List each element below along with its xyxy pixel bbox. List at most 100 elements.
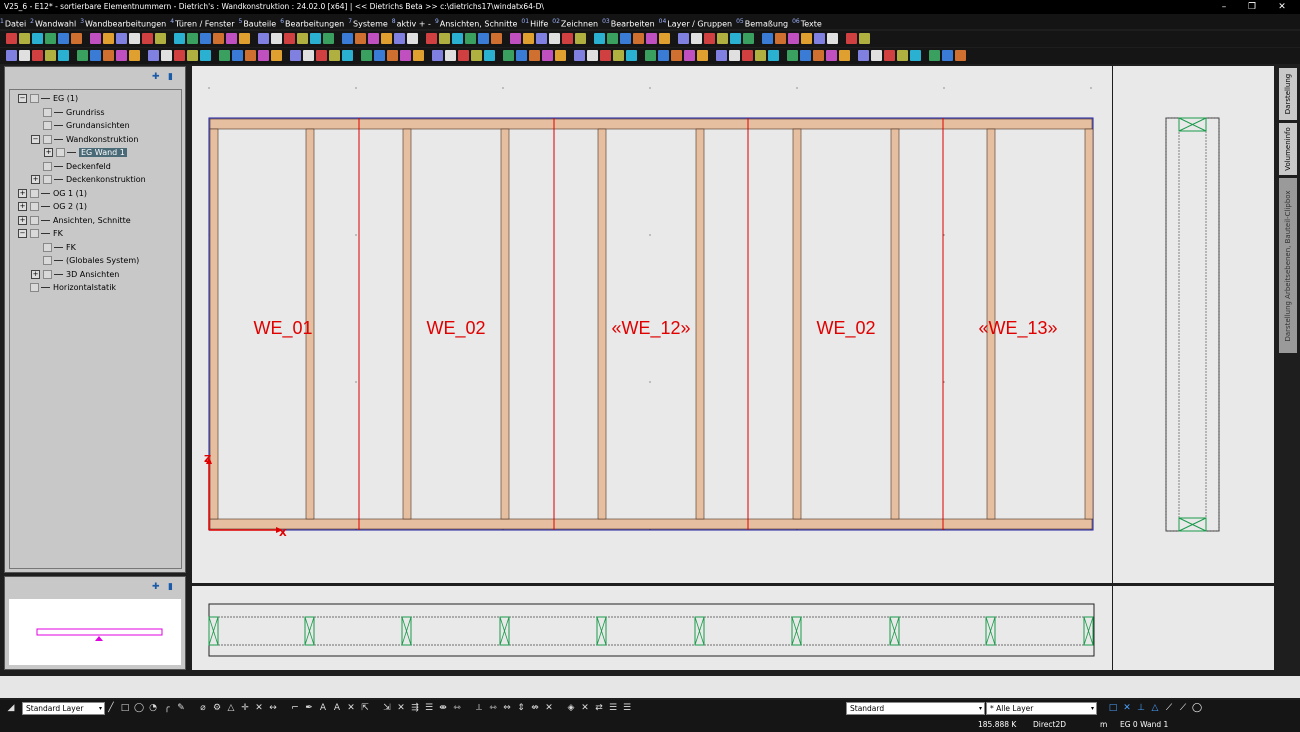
- tree-node[interactable]: (Globales System): [31, 254, 139, 267]
- tool-icon[interactable]: [755, 50, 766, 61]
- tool-icon[interactable]: [19, 33, 30, 44]
- menu-item-14[interactable]: 06Texte: [792, 14, 822, 32]
- pin-icon[interactable]: ✚: [152, 583, 160, 592]
- tool-icon[interactable]: [575, 33, 586, 44]
- tool-icon[interactable]: [858, 50, 869, 61]
- tool-icon[interactable]: [549, 33, 560, 44]
- tool-icon[interactable]: [691, 33, 702, 44]
- tool-icon[interactable]: [284, 33, 295, 44]
- tool-icon[interactable]: [678, 33, 689, 44]
- tool-icon[interactable]: [323, 33, 334, 44]
- drawing-tool-icon[interactable]: △: [226, 703, 236, 713]
- tool-icon[interactable]: [342, 33, 353, 44]
- visibility-checkbox[interactable]: [30, 94, 39, 103]
- tool-icon[interactable]: [174, 33, 185, 44]
- tool-icon[interactable]: [762, 33, 773, 44]
- visibility-checkbox[interactable]: [30, 188, 39, 198]
- drawing-tool-icon[interactable]: ↔: [268, 703, 278, 713]
- tool-icon[interactable]: [523, 33, 534, 44]
- menu-item-4[interactable]: 5Bauteile: [238, 14, 276, 32]
- expand-icon[interactable]: +: [18, 215, 27, 225]
- tool-icon[interactable]: [542, 50, 553, 61]
- menu-item-13[interactable]: 05Bemaßung: [736, 14, 788, 32]
- tool-icon[interactable]: [32, 50, 43, 61]
- tool-icon[interactable]: [226, 33, 237, 44]
- tool-icon[interactable]: [187, 33, 198, 44]
- tool-icon[interactable]: [271, 50, 282, 61]
- tool-icon[interactable]: [910, 50, 921, 61]
- tool-icon[interactable]: [452, 33, 463, 44]
- snap-mode-icon[interactable]: ⊥: [1136, 703, 1146, 713]
- tree-node[interactable]: + OG 1 (1): [18, 187, 87, 200]
- close-button[interactable]: ✕: [1268, 0, 1296, 14]
- tool-icon[interactable]: [491, 33, 502, 44]
- tool-icon[interactable]: [329, 50, 340, 61]
- pin-icon[interactable]: ✚: [152, 73, 160, 82]
- tool-icon[interactable]: [116, 50, 127, 61]
- drawing-tool-icon[interactable]: ⟂: [474, 703, 484, 713]
- drawing-tool-icon[interactable]: ◯: [134, 703, 144, 713]
- tool-icon[interactable]: [458, 50, 469, 61]
- drawing-tool-icon[interactable]: ✕: [346, 703, 356, 713]
- drawing-tool-icon[interactable]: ☰: [424, 703, 434, 713]
- tool-icon[interactable]: [381, 33, 392, 44]
- drawing-tool-icon[interactable]: ╭: [162, 703, 172, 713]
- tool-icon[interactable]: [813, 50, 824, 61]
- tool-icon[interactable]: [626, 50, 637, 61]
- tool-icon[interactable]: [58, 50, 69, 61]
- tool-icon[interactable]: [600, 50, 611, 61]
- tool-icon[interactable]: [90, 33, 101, 44]
- tool-icon[interactable]: [942, 50, 953, 61]
- menu-item-11[interactable]: 03Bearbeiten: [602, 14, 655, 32]
- tool-icon[interactable]: [826, 50, 837, 61]
- tool-icon[interactable]: [400, 50, 411, 61]
- minimize-button[interactable]: –: [1210, 0, 1238, 14]
- tool-icon[interactable]: [439, 33, 450, 44]
- tree-node[interactable]: + Deckenkonstruktion: [31, 173, 146, 186]
- tool-icon[interactable]: [361, 50, 372, 61]
- draw-mode-icon[interactable]: ◢: [6, 703, 16, 713]
- tool-icon[interactable]: [594, 33, 605, 44]
- menu-item-12[interactable]: 04Layer / Gruppen: [659, 14, 732, 32]
- expand-icon[interactable]: +: [31, 175, 40, 184]
- dock-icon[interactable]: ▮: [168, 583, 176, 592]
- drawing-tool-icon[interactable]: ⇕: [516, 703, 526, 713]
- tool-icon[interactable]: [814, 33, 825, 44]
- tool-icon[interactable]: [77, 50, 88, 61]
- layer-select[interactable]: Standard Layer ▾: [22, 702, 105, 715]
- tool-icon[interactable]: [6, 33, 17, 44]
- drawing-tool-icon[interactable]: ◔: [148, 703, 158, 713]
- tool-icon[interactable]: [562, 33, 573, 44]
- tool-icon[interactable]: [633, 33, 644, 44]
- drawing-tool-icon[interactable]: ⇶: [410, 703, 420, 713]
- tool-icon[interactable]: [258, 33, 269, 44]
- snap-mode-icon[interactable]: ◯: [1192, 703, 1202, 713]
- tree-node[interactable]: − FK: [18, 227, 63, 240]
- menu-item-0[interactable]: 1Datei: [0, 14, 26, 32]
- visibility-checkbox[interactable]: [30, 229, 39, 238]
- tree-node[interactable]: + Ansichten, Schnitte: [18, 214, 131, 227]
- tool-icon[interactable]: [239, 33, 250, 44]
- tool-icon[interactable]: [510, 33, 521, 44]
- tool-icon[interactable]: [775, 33, 786, 44]
- tool-icon[interactable]: [620, 33, 631, 44]
- tool-icon[interactable]: [174, 50, 185, 61]
- collapse-icon[interactable]: −: [31, 134, 40, 144]
- tool-icon[interactable]: [574, 50, 585, 61]
- tool-icon[interactable]: [297, 33, 308, 44]
- drawing-tool-icon[interactable]: ✒: [304, 703, 314, 713]
- tool-icon[interactable]: [529, 50, 540, 61]
- side-section-view[interactable]: [1113, 66, 1274, 583]
- snap-mode-icon[interactable]: ⟋: [1178, 703, 1188, 713]
- tool-icon[interactable]: [827, 33, 838, 44]
- drawing-tool-icon[interactable]: ⚙: [212, 703, 222, 713]
- drawing-tool-icon[interactable]: ⌀: [198, 703, 208, 713]
- drawing-tool-icon[interactable]: ⇲: [382, 703, 392, 713]
- tool-icon[interactable]: [801, 33, 812, 44]
- tool-icon[interactable]: [658, 50, 669, 61]
- visibility-checkbox[interactable]: [43, 134, 52, 144]
- tool-icon[interactable]: [116, 33, 127, 44]
- snap-mode-icon[interactable]: □: [1108, 703, 1118, 713]
- tool-icon[interactable]: [368, 33, 379, 44]
- tool-icon[interactable]: [394, 33, 405, 44]
